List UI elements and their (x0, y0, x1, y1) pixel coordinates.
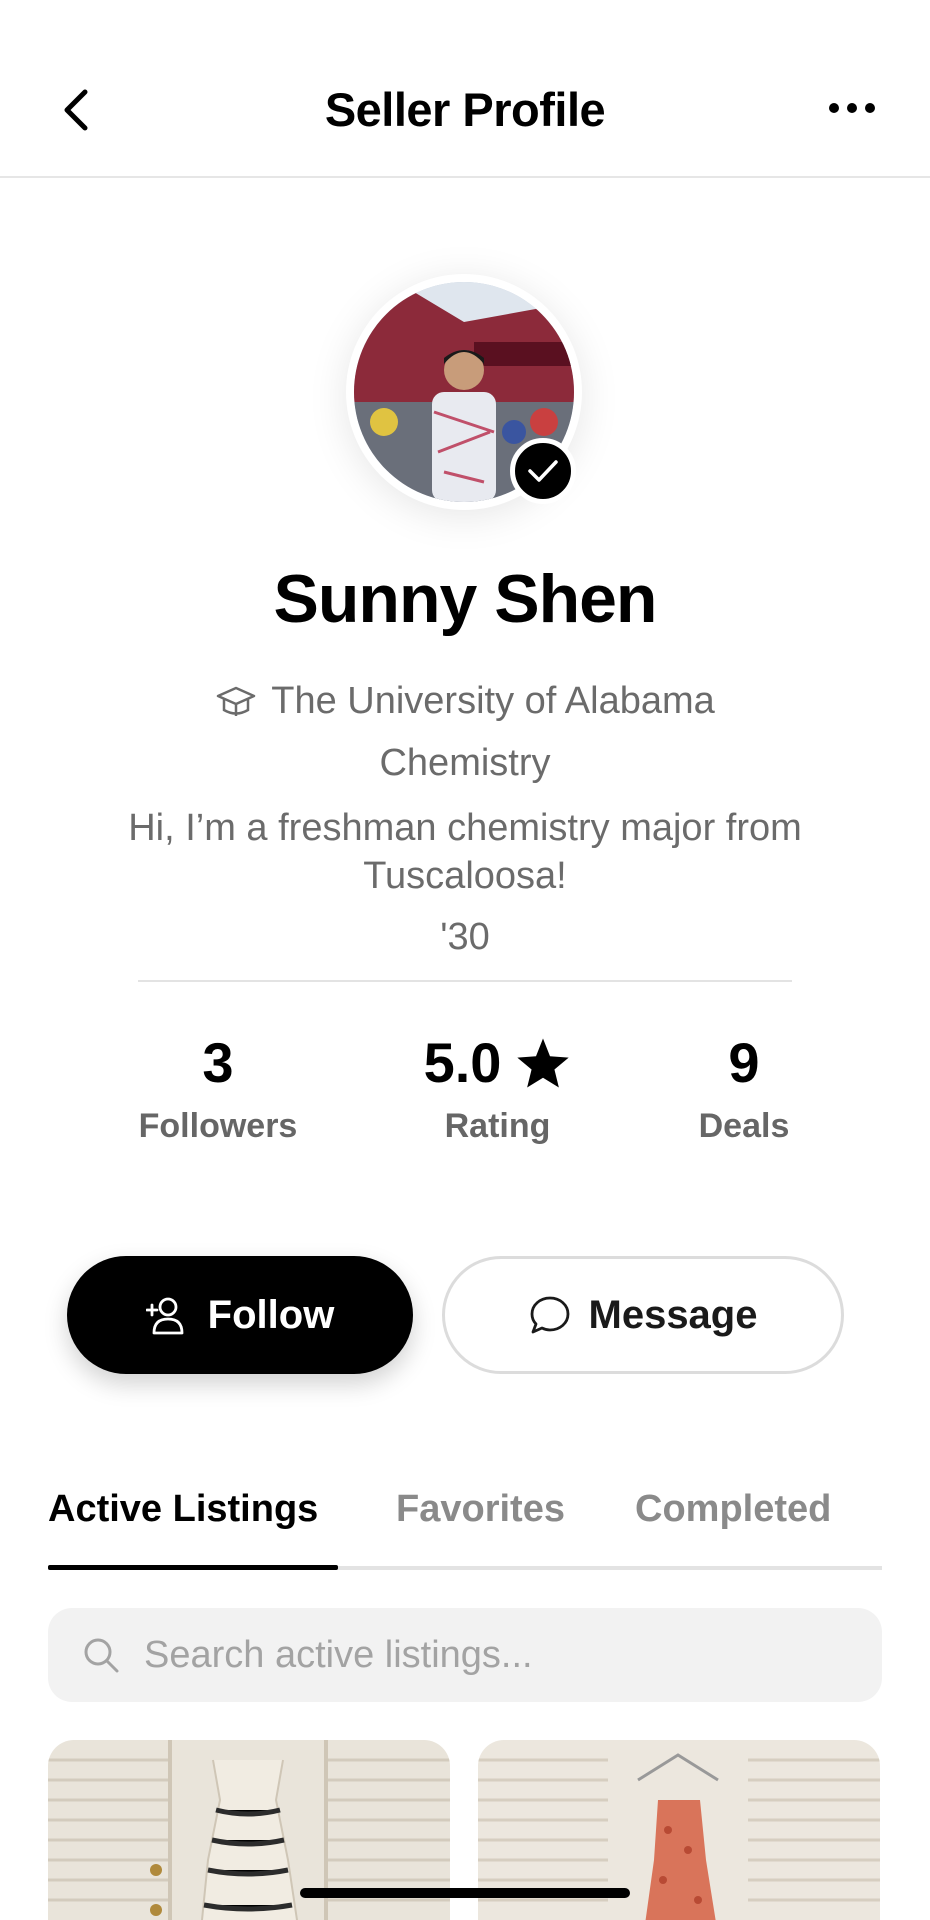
stat-followers[interactable]: 3 Followers (118, 1030, 318, 1146)
major: Chemistry (379, 742, 551, 784)
divider (138, 980, 792, 982)
follow-button[interactable]: Follow (67, 1256, 413, 1374)
verified-badge (510, 438, 576, 504)
checkmark-icon (528, 460, 558, 482)
graduation-cap-icon (216, 686, 256, 716)
follow-label: Follow (207, 1292, 335, 1337)
profile-name: Sunny Shen (273, 561, 658, 637)
tab-favorites[interactable]: Favorites (396, 1488, 565, 1531)
seller-profile-screen: Seller Profile Sunny Shen The University… (0, 0, 930, 1920)
graduation-year: '30 (440, 916, 490, 958)
deals-count: 9 (728, 1031, 760, 1094)
message-label: Message (588, 1292, 758, 1337)
chat-bubble-icon (530, 1296, 569, 1334)
followers-count: 3 (202, 1031, 234, 1094)
tab-active-listings[interactable]: Active Listings (48, 1488, 318, 1531)
tab-completed[interactable]: Completed (635, 1488, 831, 1531)
home-indicator (300, 1888, 630, 1898)
active-tab-indicator (48, 1565, 338, 1570)
star-icon (517, 1038, 570, 1087)
add-user-icon (145, 1297, 184, 1335)
rating-value: 5.0 (423, 1031, 502, 1094)
page-title: Seller Profile (324, 83, 606, 136)
rating-value-row: 5.0 (390, 1030, 605, 1095)
more-options-button[interactable] (822, 88, 882, 128)
search-icon (84, 1638, 119, 1673)
message-button[interactable]: Message (442, 1256, 844, 1374)
stat-rating[interactable]: 5.0 Rating (390, 1030, 605, 1146)
followers-label: Followers (138, 1107, 298, 1145)
rating-label: Rating (444, 1107, 551, 1145)
school-row: The University of Alabama (0, 680, 930, 723)
bio: Hi, I’m a freshman chemistry major from … (128, 807, 802, 897)
school-name: The University of Alabama (271, 680, 715, 722)
deals-label: Deals (698, 1107, 790, 1145)
search-bar (48, 1608, 882, 1702)
stat-deals[interactable]: 9 Deals (644, 1030, 844, 1146)
listing-tabs: Active Listings Favorites Completed (48, 1484, 882, 1570)
ellipsis-icon (829, 103, 875, 113)
search-input[interactable] (144, 1633, 824, 1677)
app-header: Seller Profile (0, 0, 930, 178)
